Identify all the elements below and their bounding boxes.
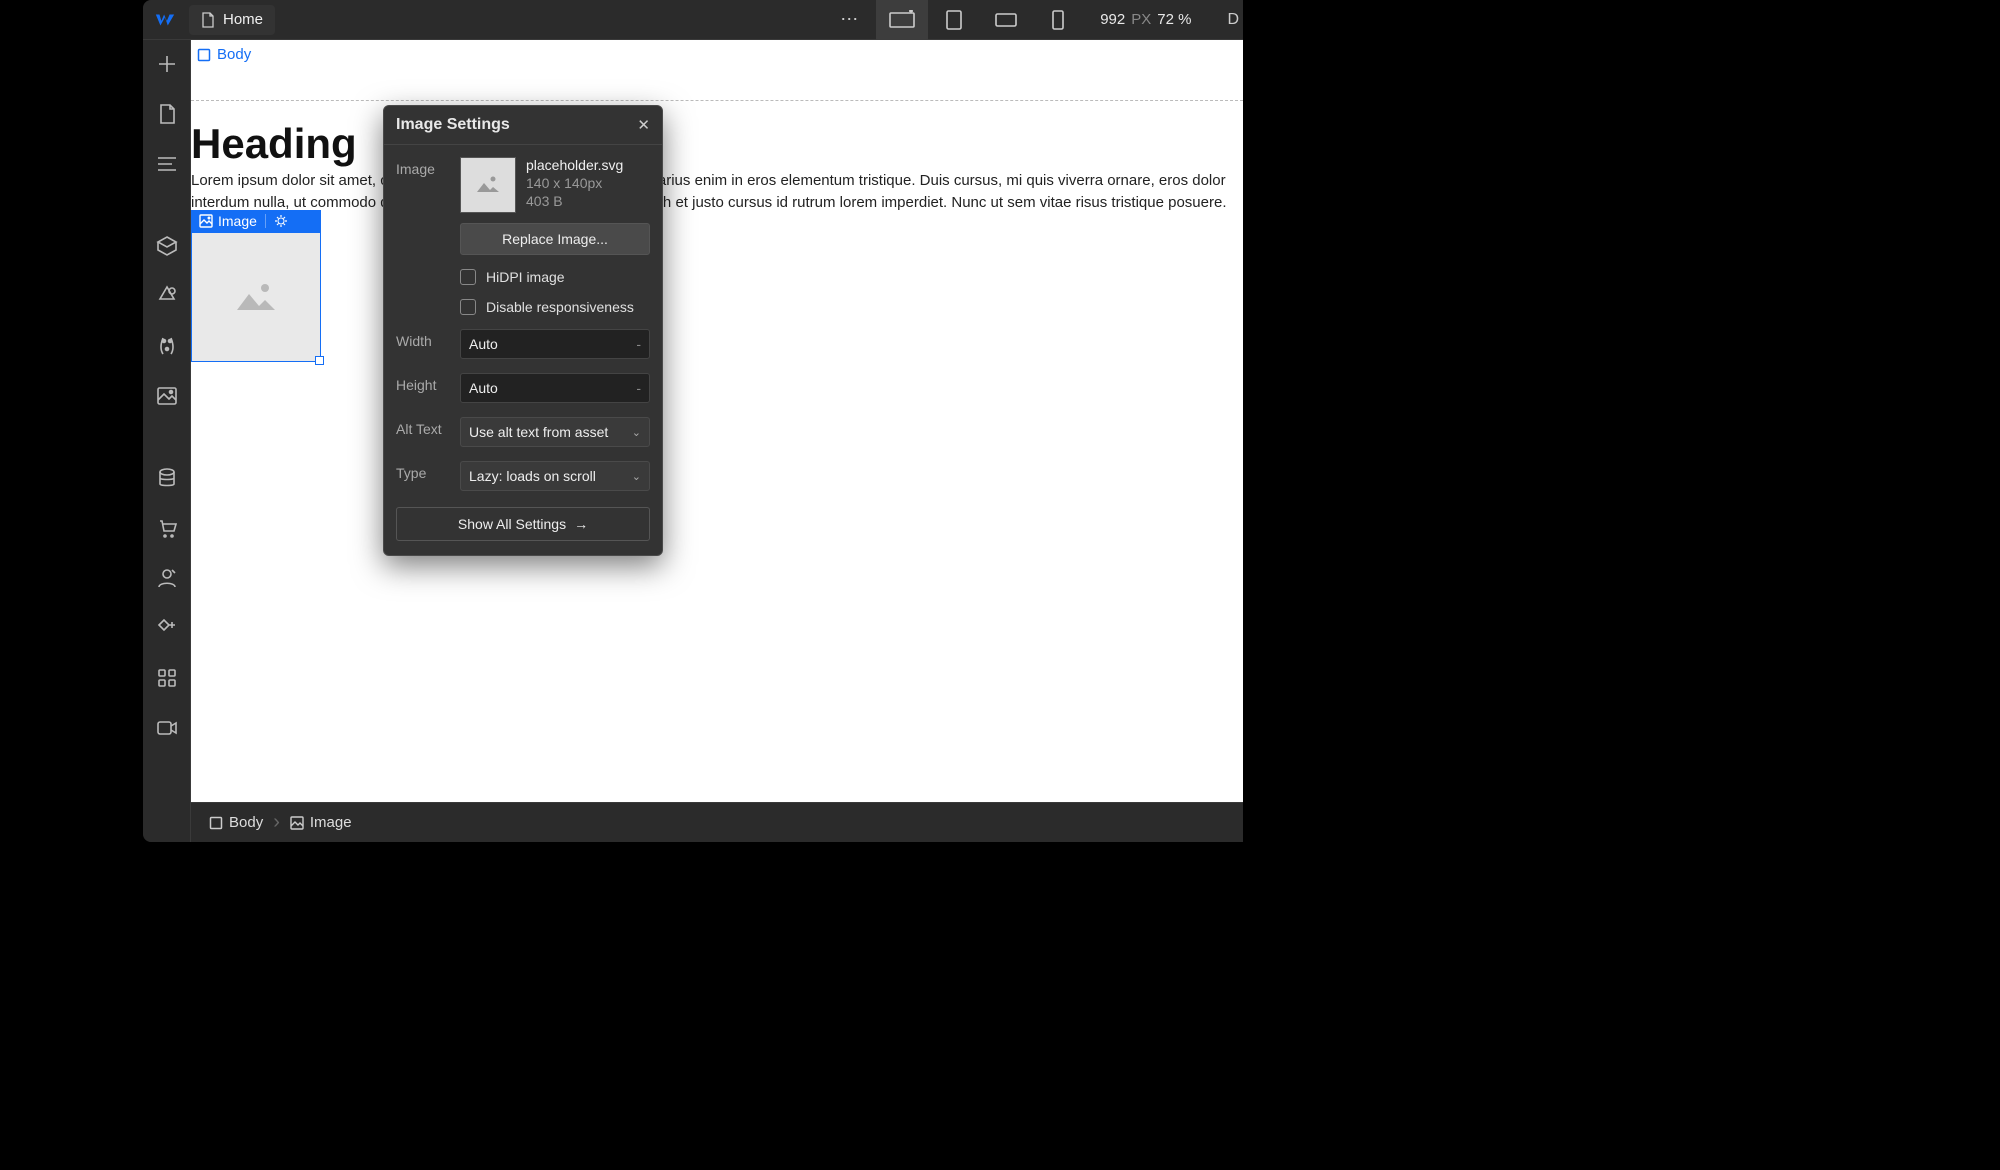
unit-indicator[interactable]: - — [636, 336, 641, 352]
chevron-down-icon: ⌄ — [632, 426, 641, 439]
style-selectors-icon[interactable] — [153, 332, 181, 360]
body-chip-label: Body — [217, 46, 251, 63]
close-icon[interactable]: ✕ — [637, 116, 650, 134]
height-input[interactable]: Auto - — [460, 373, 650, 403]
hidpi-checkbox-row[interactable]: HiDPI image — [396, 269, 650, 285]
image-icon — [199, 214, 213, 228]
popover-title: Image Settings — [396, 116, 510, 134]
viewport-readout[interactable]: 992 PX 72 % — [1100, 11, 1191, 28]
video-icon[interactable] — [153, 714, 181, 742]
selected-image-element[interactable]: Image — [191, 210, 321, 362]
alt-text-select[interactable]: Use alt text from asset ⌄ — [460, 417, 650, 447]
breadcrumb-label: Image — [310, 814, 352, 831]
breakpoint-tablet[interactable] — [928, 0, 980, 40]
load-type-select[interactable]: Lazy: loads on scroll ⌄ — [460, 461, 650, 491]
cms-icon[interactable] — [153, 464, 181, 492]
users-icon[interactable] — [153, 564, 181, 592]
paragraph-element[interactable]: Lorem ipsum dolor sit amet, consectetur … — [191, 170, 1243, 214]
image-filesize: 403 B — [526, 193, 623, 209]
top-toolbar: Home ⋯ 992 PX 72 % D — [143, 0, 1243, 40]
page-selector[interactable]: Home — [189, 5, 275, 35]
popover-header: Image Settings ✕ — [384, 106, 662, 145]
placeholder-image-icon — [235, 280, 277, 314]
webflow-logo-icon[interactable] — [147, 2, 183, 38]
heading-element[interactable]: Heading — [191, 120, 357, 168]
image-settings-popover: Image Settings ✕ Image placeholder.svg 1… — [383, 105, 663, 556]
width-value: Auto — [469, 336, 498, 352]
image-chip-label: Image — [218, 213, 257, 229]
viewport-unit: PX — [1131, 11, 1151, 28]
body-element-chip[interactable]: Body — [197, 46, 251, 63]
ecommerce-icon[interactable] — [153, 514, 181, 542]
design-canvas[interactable]: Body Heading Lorem ipsum dolor sit amet,… — [191, 40, 1243, 802]
pages-icon[interactable] — [153, 100, 181, 128]
add-element-icon[interactable] — [153, 50, 181, 78]
responsive-checkbox-row[interactable]: Disable responsiveness — [396, 299, 650, 315]
breadcrumb-image[interactable]: Image — [278, 810, 364, 835]
page-icon — [201, 12, 215, 28]
more-menu-icon[interactable]: ⋯ — [830, 9, 870, 30]
chevron-down-icon: ⌄ — [632, 470, 641, 483]
canvas-divider — [191, 100, 1243, 101]
field-label-height: Height — [396, 373, 450, 393]
body-icon — [209, 816, 223, 830]
image-dimensions: 140 x 140px — [526, 175, 623, 191]
field-label-type: Type — [396, 461, 450, 481]
checkbox-icon[interactable] — [460, 269, 476, 285]
body-icon — [197, 48, 211, 62]
show-all-settings-button[interactable]: Show All Settings → — [396, 507, 650, 541]
image-field: Image placeholder.svg 140 x 140px 403 B … — [396, 157, 650, 255]
logic-icon[interactable] — [153, 614, 181, 642]
arrow-right-icon: → — [574, 516, 588, 532]
width-field: Width Auto - — [396, 329, 650, 359]
breakpoint-desktop-large[interactable] — [876, 0, 928, 40]
design-mode-toggle[interactable]: D — [1227, 11, 1239, 29]
breakpoint-group — [876, 0, 1084, 40]
image-filename: placeholder.svg — [526, 157, 623, 173]
field-label-image: Image — [396, 157, 450, 177]
element-settings-icon[interactable] — [265, 214, 296, 228]
field-label-width: Width — [396, 329, 450, 349]
zoom-level: 72 % — [1157, 11, 1191, 28]
viewport-width: 992 — [1100, 11, 1125, 28]
breadcrumb-body[interactable]: Body — [197, 810, 275, 835]
image-placeholder[interactable] — [191, 232, 321, 362]
breadcrumb-label: Body — [229, 814, 263, 831]
alt-text-field: Alt Text Use alt text from asset ⌄ — [396, 417, 650, 447]
image-metadata: placeholder.svg 140 x 140px 403 B — [526, 157, 623, 213]
app-shell: Home ⋯ 992 PX 72 % D — [143, 0, 1243, 842]
breakpoint-landscape[interactable] — [980, 0, 1032, 40]
left-rail — [143, 40, 191, 842]
variables-icon[interactable] — [153, 282, 181, 310]
apps-icon[interactable] — [153, 664, 181, 692]
replace-image-button[interactable]: Replace Image... — [460, 223, 650, 255]
width-input[interactable]: Auto - — [460, 329, 650, 359]
placeholder-image-icon — [475, 174, 501, 196]
assets-icon[interactable] — [153, 382, 181, 410]
field-label-alt: Alt Text — [396, 417, 450, 437]
hidpi-label: HiDPI image — [486, 269, 565, 285]
height-field: Height Auto - — [396, 373, 650, 403]
main-row: Body Heading Lorem ipsum dolor sit amet,… — [143, 40, 1243, 842]
image-thumbnail[interactable] — [460, 157, 516, 213]
page-name: Home — [223, 11, 263, 28]
type-field: Type Lazy: loads on scroll ⌄ — [396, 461, 650, 491]
design-mode-label: D — [1227, 11, 1239, 28]
breadcrumb-bar: Body › Image — [191, 802, 1243, 842]
checkbox-icon[interactable] — [460, 299, 476, 315]
image-icon — [290, 816, 304, 830]
canvas-wrap: Body Heading Lorem ipsum dolor sit amet,… — [191, 40, 1243, 842]
show-all-label: Show All Settings — [458, 516, 566, 532]
breakpoint-mobile[interactable] — [1032, 0, 1084, 40]
navigator-icon[interactable] — [153, 150, 181, 178]
load-type-value: Lazy: loads on scroll — [469, 468, 596, 484]
alt-text-value: Use alt text from asset — [469, 424, 608, 440]
unit-indicator[interactable]: - — [636, 380, 641, 396]
height-value: Auto — [469, 380, 498, 396]
image-element-chip[interactable]: Image — [191, 210, 321, 232]
responsive-label: Disable responsiveness — [486, 299, 634, 315]
components-icon[interactable] — [153, 232, 181, 260]
